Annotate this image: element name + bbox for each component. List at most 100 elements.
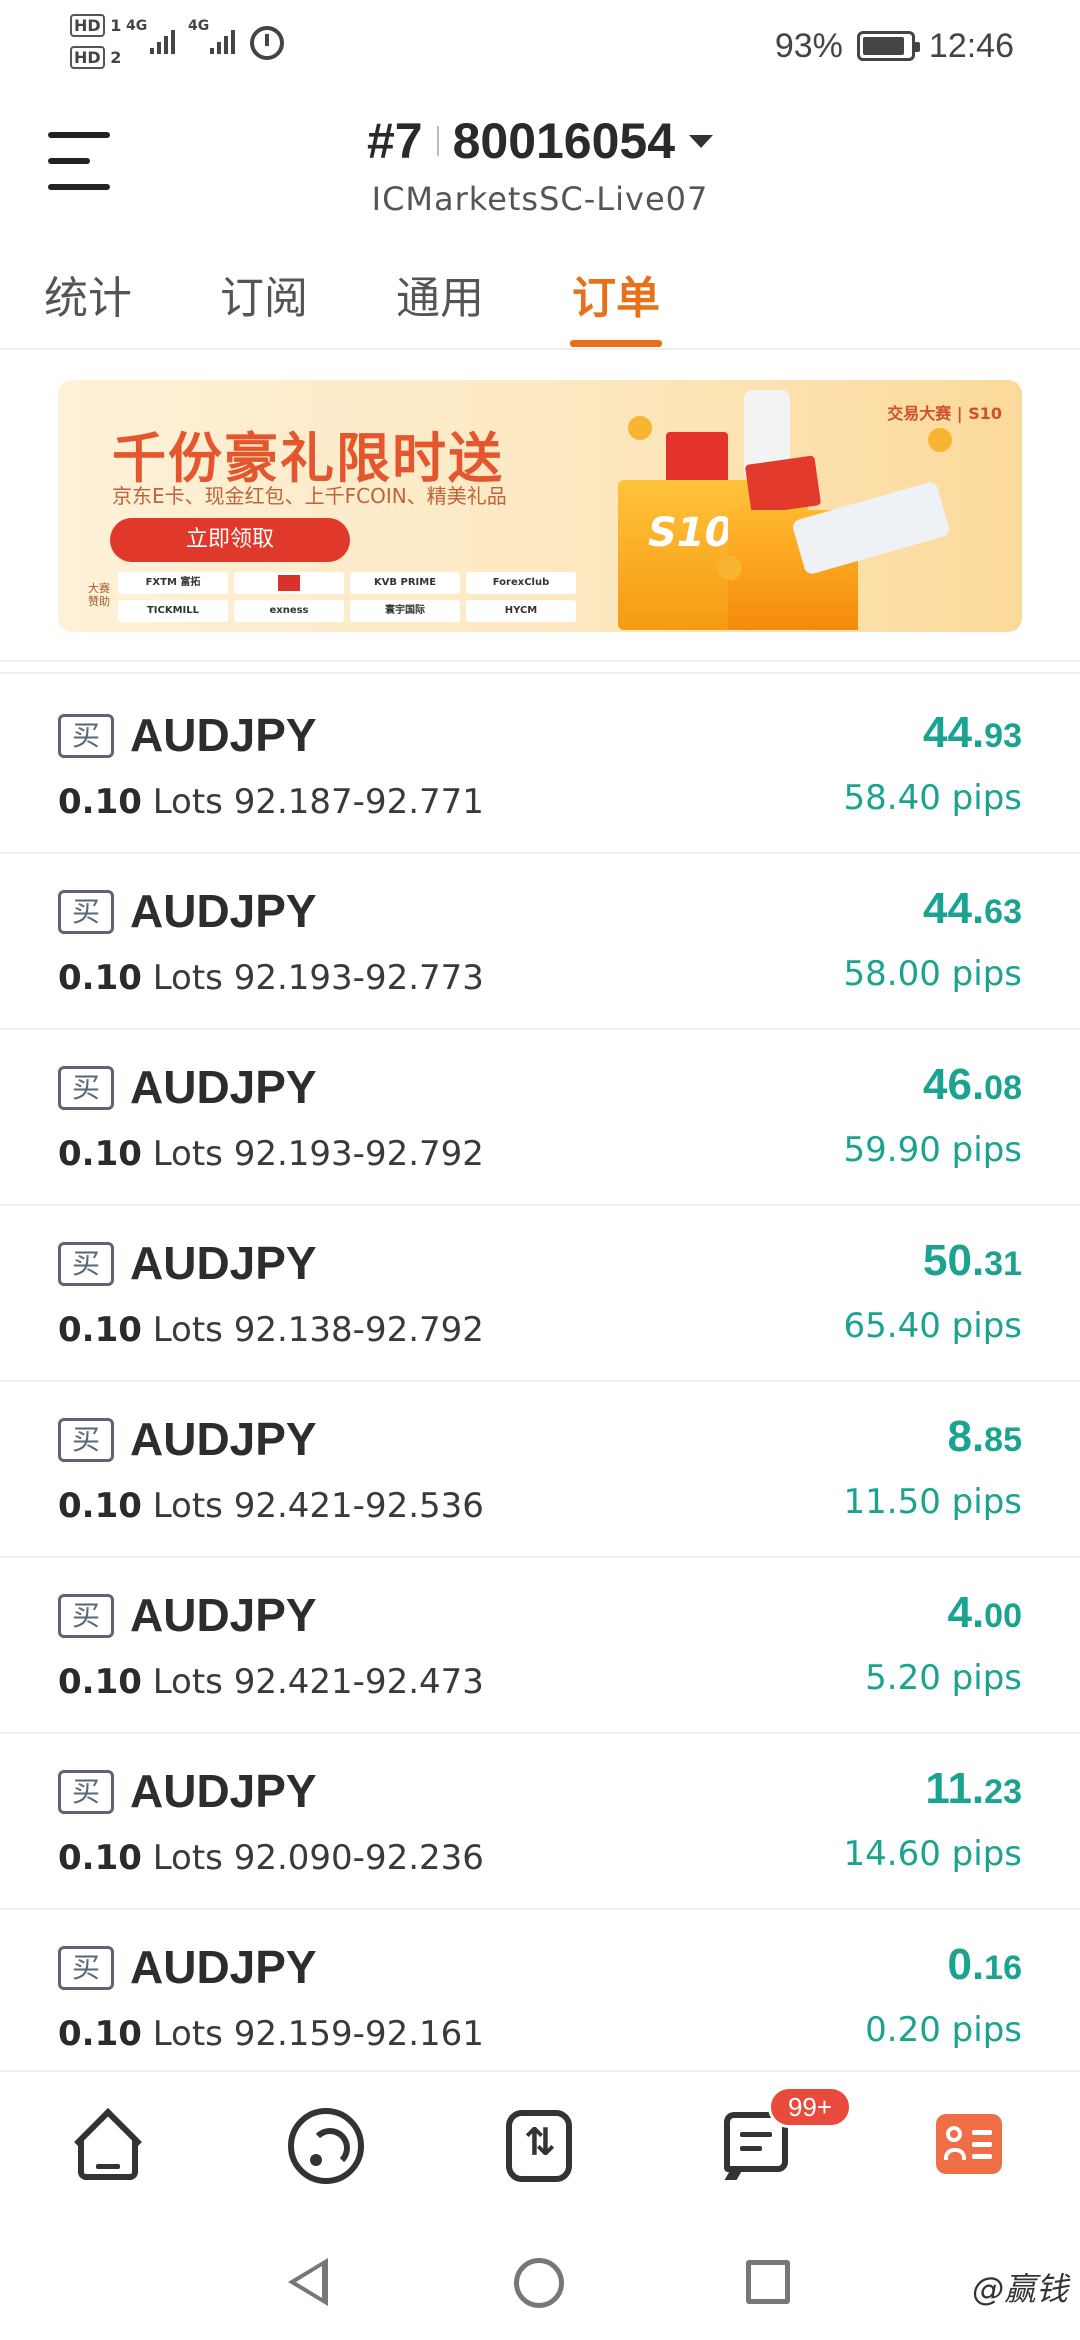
order-row[interactable]: 买 AUDJPY 0.10 Lots 92.138-92.792 50.31 65.40… — [0, 1206, 1080, 1382]
divider — [0, 660, 1080, 662]
account-selector[interactable]: #7 80016054 ICMarketsSC-Live07 — [0, 112, 1080, 218]
promo-banner[interactable]: S10 交易大赛 | S10 千份豪礼限时送 京东E卡、现金红包、上千FCOIN… — [58, 380, 1022, 632]
battery-icon — [856, 31, 920, 61]
profit-decimal: 93 — [984, 717, 1022, 755]
order-lots: 0.10 — [58, 1662, 142, 1702]
order-pips: 0.20 pips — [865, 2010, 1022, 2050]
order-prices: 92.090-92.236 — [233, 1838, 484, 1878]
coin-icon — [928, 428, 952, 452]
divider — [0, 672, 1080, 674]
order-pips: 14.60 pips — [843, 1834, 1022, 1874]
status-left: HD 1 HD 2 4G 4G — [70, 14, 330, 76]
order-lots: 0.10 — [58, 958, 142, 998]
order-symbol: AUDJPY — [130, 1941, 317, 1993]
order-row[interactable]: 买 AUDJPY 0.10 Lots 92.193-92.792 46.08 59.90… — [0, 1030, 1080, 1206]
order-pips: 11.50 pips — [843, 1482, 1022, 1522]
buy-badge: 买 — [58, 1946, 114, 1990]
order-profit: 0.16 — [947, 1940, 1022, 1990]
feed-icon[interactable] — [288, 2108, 364, 2184]
order-profit: 11.23 — [925, 1764, 1022, 1814]
order-pips: 5.20 pips — [865, 1658, 1022, 1698]
order-lots-unit: Lots — [152, 1134, 223, 1174]
buy-badge: 买 — [58, 890, 114, 934]
account-number: 80016054 — [452, 113, 676, 169]
claim-now-button[interactable]: 立即领取 — [110, 518, 350, 562]
back-icon[interactable] — [288, 2258, 328, 2306]
clock: 12:46 — [928, 26, 1014, 65]
system-nav-bar: @赢钱 — [0, 2220, 1080, 2340]
order-lots-unit: Lots — [152, 958, 223, 998]
home-icon[interactable] — [70, 2108, 146, 2184]
coin-icon — [718, 556, 742, 580]
order-lots: 0.10 — [58, 782, 142, 822]
profit-decimal: 85 — [984, 1421, 1022, 1459]
order-profit: 4.00 — [947, 1588, 1022, 1638]
order-symbol: AUDJPY — [130, 1589, 317, 1641]
order-lots-unit: Lots — [152, 1486, 223, 1526]
order-lots: 0.10 — [58, 1838, 142, 1878]
order-pips: 65.40 pips — [843, 1306, 1022, 1346]
order-symbol: AUDJPY — [130, 1061, 317, 1113]
order-row[interactable]: 买 AUDJPY 0.10 Lots 92.421-92.536 8.85 11.50 … — [0, 1382, 1080, 1558]
profit-integer: 8. — [947, 1412, 985, 1461]
sponsor-logo: TICKMILL — [118, 600, 228, 622]
order-symbol: AUDJPY — [130, 709, 317, 761]
sponsor-logo: HYCM — [466, 600, 576, 622]
order-prices: 92.193-92.792 — [233, 1134, 484, 1174]
order-lots: 0.10 — [58, 2014, 142, 2054]
sponsor-logo — [234, 572, 344, 594]
profit-decimal: 08 — [984, 1069, 1022, 1107]
profit-decimal: 16 — [984, 1949, 1022, 1987]
server-name: ICMarketsSC-Live07 — [371, 180, 709, 218]
order-row[interactable]: 买 AUDJPY 0.10 Lots 92.159-92.161 0.16 0.20 p… — [0, 1910, 1080, 2086]
dropdown-caret-icon[interactable] — [689, 134, 714, 148]
profit-integer: 50. — [923, 1236, 985, 1285]
order-prices: 92.193-92.773 — [233, 958, 484, 998]
order-details: 0.10 Lots 92.421-92.536 — [58, 1486, 484, 1526]
sponsor-label: 大赛赞助 — [88, 582, 110, 608]
banner-brand: 交易大赛 | S10 — [887, 404, 1002, 423]
sim1-indicator: HD 1 — [70, 14, 121, 37]
order-row[interactable]: 买 AUDJPY 0.10 Lots 92.421-92.473 4.00 5.20 p… — [0, 1558, 1080, 1734]
trade-icon[interactable]: ⇅ — [502, 2108, 578, 2184]
profit-decimal: 23 — [984, 1773, 1022, 1811]
order-pips: 58.00 pips — [843, 954, 1022, 994]
profit-integer: 0. — [947, 1940, 985, 1989]
order-lots-unit: Lots — [152, 1310, 223, 1350]
recents-icon[interactable] — [746, 2260, 790, 2304]
order-details: 0.10 Lots 92.090-92.236 — [58, 1838, 484, 1878]
order-row[interactable]: 买 AUDJPY 0.10 Lots 92.193-92.773 44.63 58.00… — [0, 854, 1080, 1030]
bottom-nav: ⇅ 99+ — [0, 2070, 1080, 2220]
order-prices: 92.421-92.536 — [233, 1486, 484, 1526]
home-circle-icon[interactable] — [514, 2258, 564, 2308]
tab-statistics[interactable]: 统计 — [44, 262, 132, 326]
profit-integer: 44. — [923, 884, 985, 933]
order-details: 0.10 Lots 92.159-92.161 — [58, 2014, 484, 2054]
profit-integer: 44. — [923, 708, 985, 757]
tab-subscriptions[interactable]: 订阅 — [220, 262, 308, 326]
order-profit: 46.08 — [923, 1060, 1022, 1110]
order-prices: 92.421-92.473 — [233, 1662, 484, 1702]
sponsor-logo: ForexClub — [466, 572, 576, 594]
order-row[interactable]: 买 AUDJPY 0.10 Lots 92.090-92.236 11.23 14.60… — [0, 1734, 1080, 1910]
status-bar: HD 1 HD 2 4G 4G 93% 12:46 — [0, 0, 1080, 90]
alarm-icon — [250, 26, 284, 60]
profit-decimal: 00 — [984, 1597, 1022, 1635]
order-details: 0.10 Lots 92.193-92.792 — [58, 1134, 484, 1174]
account-icon[interactable] — [936, 2114, 1002, 2174]
order-lots-unit: Lots — [152, 782, 223, 822]
order-lots: 0.10 — [58, 1486, 142, 1526]
order-pips: 59.90 pips — [843, 1130, 1022, 1170]
order-row[interactable]: 买 AUDJPY 0.10 Lots 92.187-92.771 44.93 58.40… — [0, 678, 1080, 854]
tab-orders[interactable]: 订单 — [572, 262, 660, 326]
profit-decimal: 31 — [984, 1245, 1022, 1283]
sponsor-logo: 寰宇国际 — [350, 600, 460, 622]
coin-icon — [628, 416, 652, 440]
buy-badge: 买 — [58, 1594, 114, 1638]
buy-badge: 买 — [58, 1418, 114, 1462]
app-header: #7 80016054 ICMarketsSC-Live07 — [0, 90, 1080, 240]
order-profit: 44.63 — [923, 884, 1022, 934]
battery-percent: 93% — [774, 26, 843, 65]
tab-general[interactable]: 通用 — [396, 262, 484, 326]
order-symbol: AUDJPY — [130, 885, 317, 937]
